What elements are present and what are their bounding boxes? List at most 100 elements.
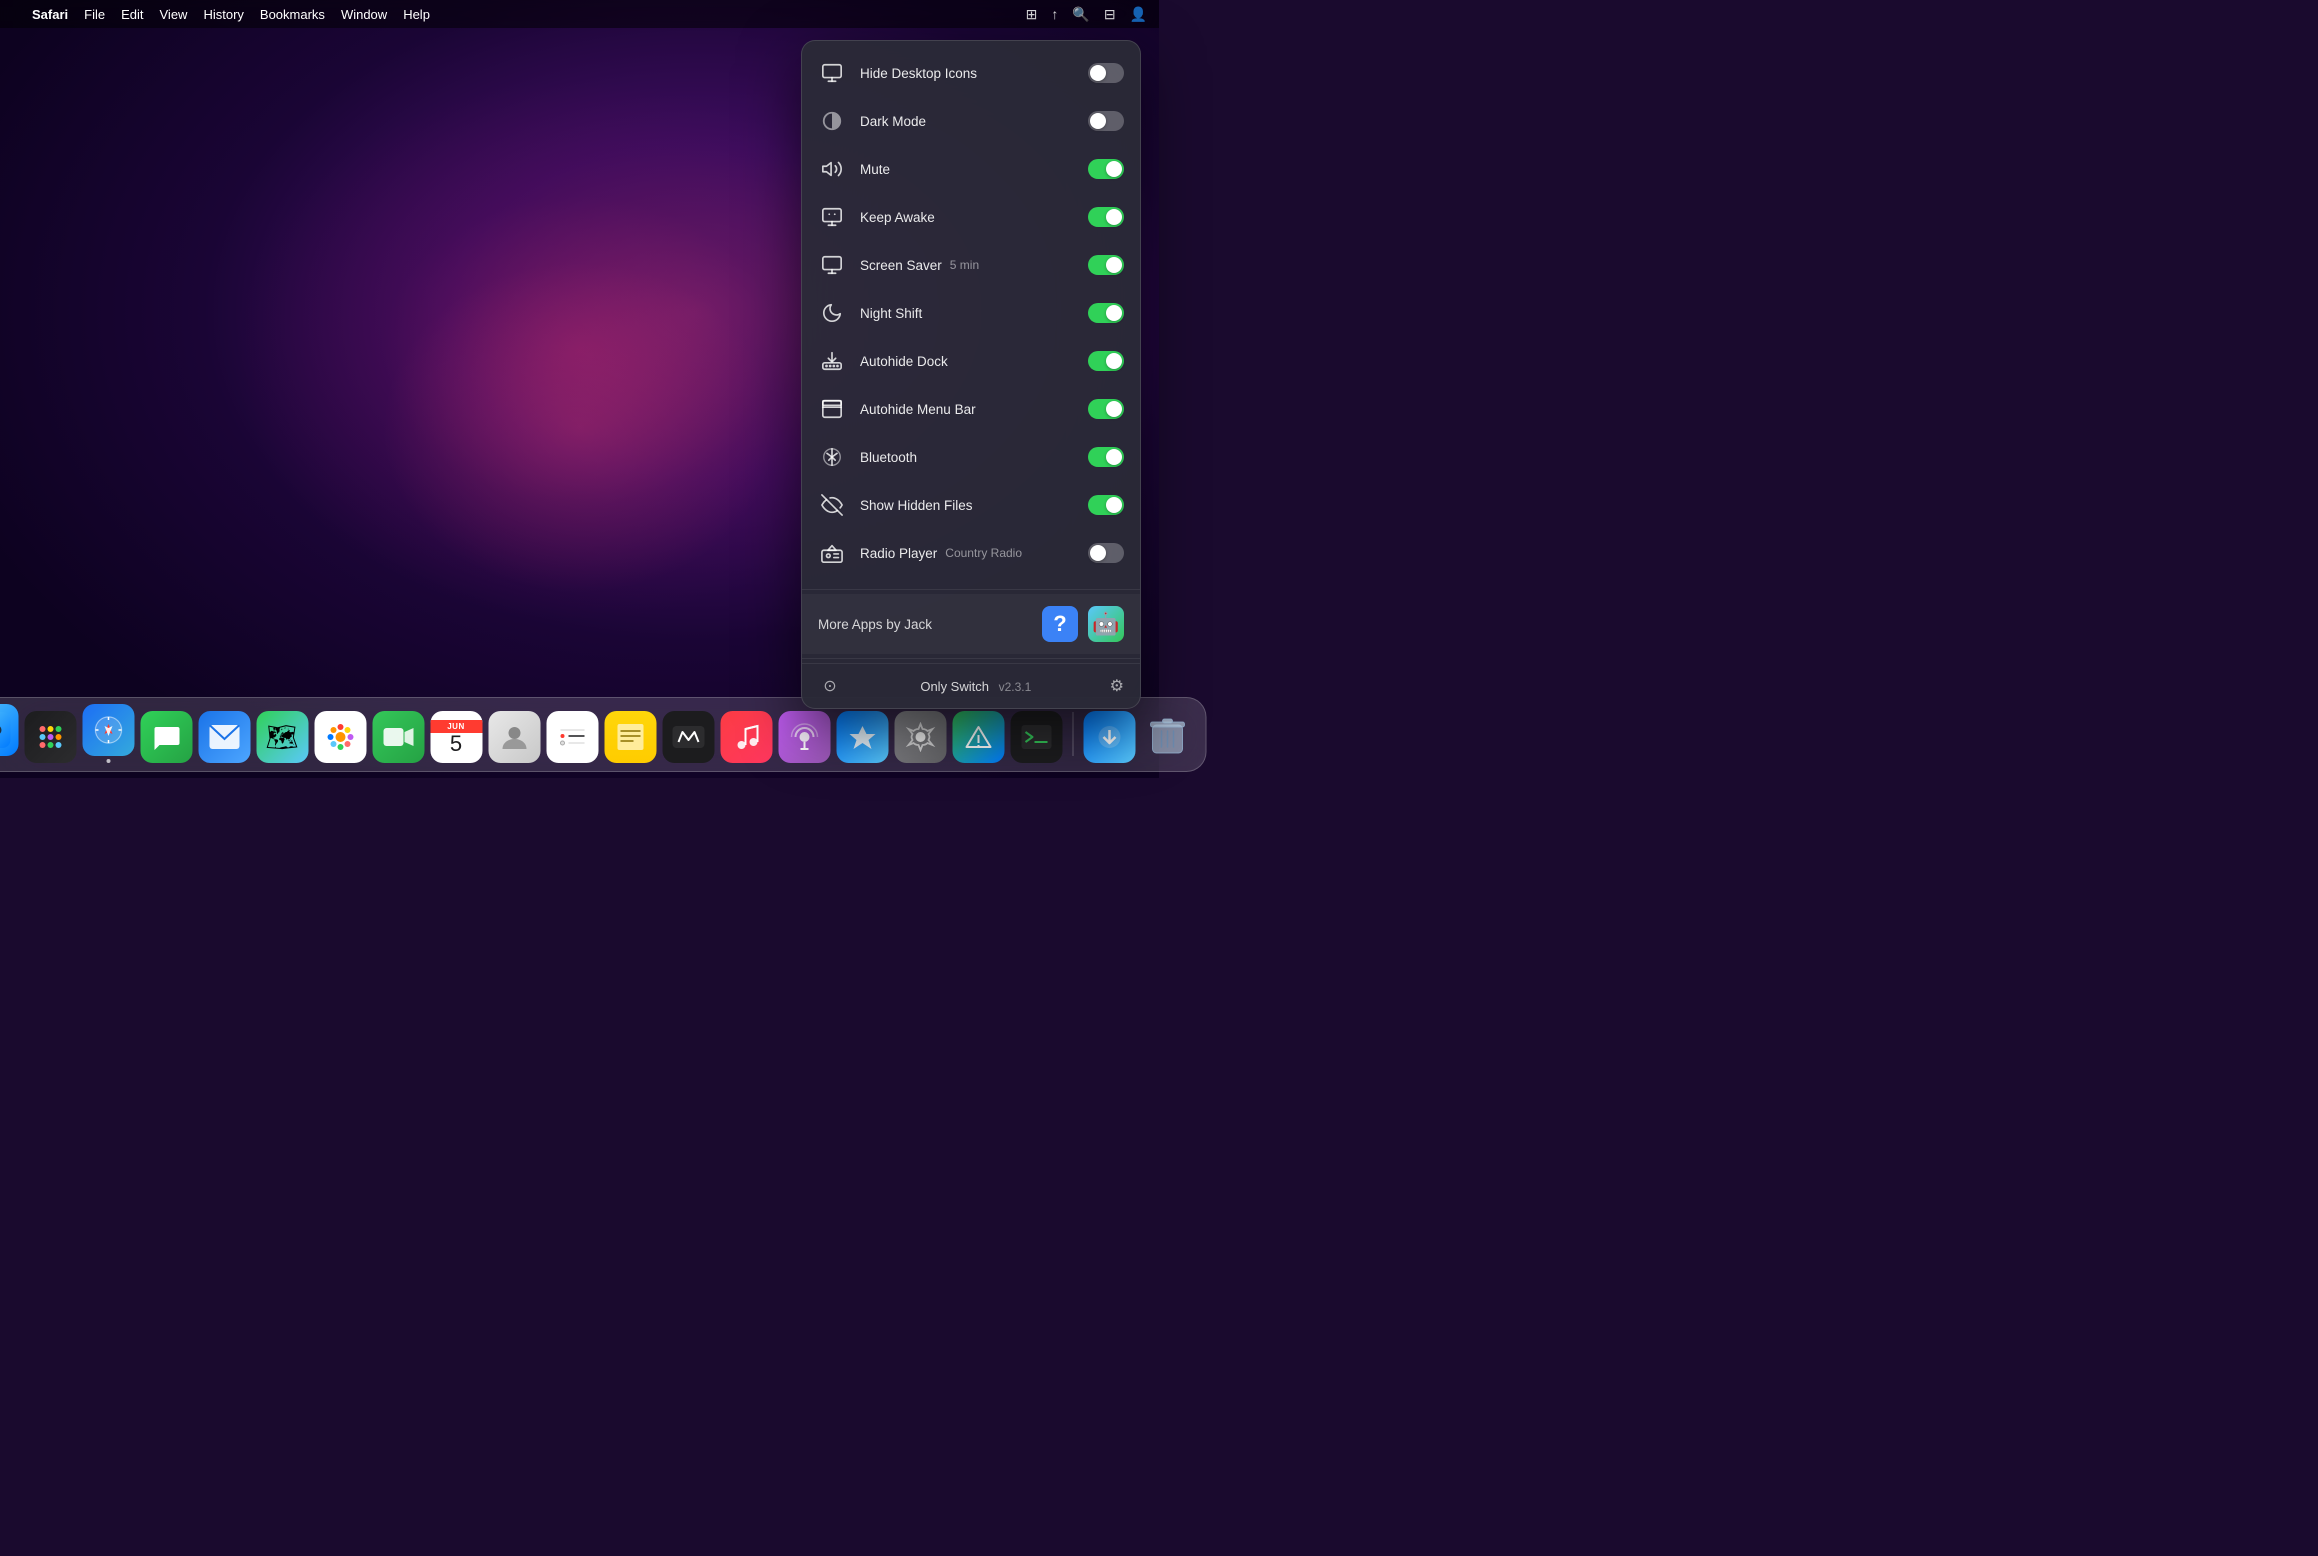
popup-arrow: [1020, 40, 1040, 41]
menubar-safari[interactable]: Safari: [32, 7, 68, 22]
mail-icon: [198, 711, 250, 763]
altimeter-icon: [952, 711, 1004, 763]
show-hidden-files-label: Show Hidden Files: [860, 498, 1074, 513]
dock-item-sysprefs[interactable]: [894, 711, 946, 763]
reminders-icon: [546, 711, 598, 763]
mute-label: Mute: [860, 162, 1074, 177]
autohide-dock-label: Autohide Dock: [860, 354, 1074, 369]
menubar-window[interactable]: Window: [341, 7, 387, 22]
dark-mode-label: Dark Mode: [860, 114, 1074, 129]
dock-item-photos[interactable]: [314, 711, 366, 763]
screen-saver-sublabel: 5 min: [950, 258, 979, 272]
menubar-left: Safari File Edit View History Bookmarks …: [12, 7, 430, 22]
autohide-menu-bar-toggle[interactable]: [1088, 399, 1124, 419]
terminal-icon: [1010, 711, 1062, 763]
switch-row-radio-player[interactable]: Radio Player Country Radio: [802, 529, 1140, 577]
dock-item-mail[interactable]: [198, 711, 250, 763]
eye-slash-icon: [818, 491, 846, 519]
bluetooth-toggle[interactable]: [1088, 447, 1124, 467]
podcasts-icon: [778, 711, 830, 763]
facetime-icon: [372, 711, 424, 763]
bluetooth-label: Bluetooth: [860, 450, 1074, 465]
dock-item-facetime[interactable]: [372, 711, 424, 763]
menubar-history[interactable]: History: [203, 7, 243, 22]
switch-row-autohide-dock[interactable]: Autohide Dock: [802, 337, 1140, 385]
switch-row-dark-mode[interactable]: Dark Mode: [802, 97, 1140, 145]
appstore-icon: [836, 711, 888, 763]
switch-row-screen-saver[interactable]: Screen Saver 5 min: [802, 241, 1140, 289]
downloads-icon: [1083, 711, 1135, 763]
dock-item-trash[interactable]: [1141, 711, 1193, 763]
dock-item-appletv[interactable]: [662, 711, 714, 763]
settings-gear-icon[interactable]: ⚙: [1110, 676, 1124, 696]
dock-item-launchpad[interactable]: [24, 711, 76, 763]
menubar-file[interactable]: File: [84, 7, 105, 22]
menubar-view[interactable]: View: [160, 7, 188, 22]
dock-item-appstore[interactable]: [836, 711, 888, 763]
more-apps-icon2[interactable]: 🤖: [1088, 606, 1124, 642]
contacts-icon: [488, 711, 540, 763]
autohide-dock-toggle[interactable]: [1088, 351, 1124, 371]
dock-item-terminal[interactable]: [1010, 711, 1062, 763]
appletv-icon: [662, 711, 714, 763]
keep-awake-label: Keep Awake: [860, 210, 1074, 225]
hide-desktop-icons-toggle[interactable]: [1088, 63, 1124, 83]
dock-item-music[interactable]: [720, 711, 772, 763]
night-shift-toggle[interactable]: [1088, 303, 1124, 323]
keep-awake-toggle[interactable]: [1088, 207, 1124, 227]
dock-item-safari[interactable]: [82, 704, 134, 763]
photos-icon: [314, 711, 366, 763]
switch-row-autohide-menu-bar[interactable]: Autohide Menu Bar: [802, 385, 1140, 433]
panel-footer: ⊙ Only Switch v2.3.1 ⚙: [802, 663, 1140, 708]
switches-icon[interactable]: ⊟: [1104, 6, 1116, 23]
messages-icon: [140, 711, 192, 763]
switch-row-mute[interactable]: Mute: [802, 145, 1140, 193]
dock-item-maps[interactable]: 🗺: [256, 711, 308, 763]
radio-sublabel: Country Radio: [945, 546, 1022, 560]
screen-saver-toggle[interactable]: [1088, 255, 1124, 275]
switch-row-bluetooth[interactable]: Bluetooth: [802, 433, 1140, 481]
dock-item-notes[interactable]: [604, 711, 656, 763]
more-apps-row[interactable]: More Apps by Jack ? 🤖: [802, 594, 1140, 654]
screen-saver-label: Screen Saver 5 min: [860, 258, 1074, 273]
trash-icon: [1141, 711, 1193, 763]
dark-mode-toggle[interactable]: [1088, 111, 1124, 131]
dock-item-reminders[interactable]: [546, 711, 598, 763]
show-hidden-files-toggle[interactable]: [1088, 495, 1124, 515]
more-apps-icon1[interactable]: ?: [1042, 606, 1078, 642]
hide-desktop-icons-label: Hide Desktop Icons: [860, 66, 1074, 81]
switch-row-hide-desktop-icons[interactable]: Hide Desktop Icons: [802, 49, 1140, 97]
mute-toggle[interactable]: [1088, 159, 1124, 179]
sysprefs-icon: [894, 711, 946, 763]
dock-item-podcasts[interactable]: [778, 711, 830, 763]
menubar-help[interactable]: Help: [403, 7, 430, 22]
autohide-menu-bar-label: Autohide Menu Bar: [860, 402, 1074, 417]
finder-icon: [0, 704, 18, 756]
search-icon[interactable]: 🔍: [1072, 6, 1089, 23]
dock-item-finder[interactable]: [0, 704, 18, 763]
dock-item-downloads[interactable]: [1083, 711, 1135, 763]
switch-row-keep-awake[interactable]: Keep Awake: [802, 193, 1140, 241]
launchpad-icon: [24, 711, 76, 763]
calendar-icon: JUN 5: [430, 711, 482, 763]
night-shift-icon: [818, 299, 846, 327]
menubar: Safari File Edit View History Bookmarks …: [0, 0, 1159, 28]
switch-row-show-hidden-files[interactable]: Show Hidden Files: [802, 481, 1140, 529]
switch-row-night-shift[interactable]: Night Shift: [802, 289, 1140, 337]
dock-item-contacts[interactable]: [488, 711, 540, 763]
user-icon[interactable]: 👤: [1130, 6, 1147, 23]
night-shift-label: Night Shift: [860, 306, 1074, 321]
panel-footer-divider: [802, 658, 1140, 659]
dock-item-calendar[interactable]: JUN 5: [430, 711, 482, 763]
dock-separator: [1072, 712, 1073, 756]
wifi-icon[interactable]: ↑: [1051, 6, 1058, 22]
dock-item-messages[interactable]: [140, 711, 192, 763]
control-center-icon[interactable]: ⊞: [1026, 6, 1038, 23]
switch-list: Hide Desktop Icons Dark Mode Mute: [802, 41, 1140, 585]
monitor-icon: [818, 59, 846, 87]
menubar-bookmarks[interactable]: Bookmarks: [260, 7, 325, 22]
dock-item-altimeter[interactable]: [952, 711, 1004, 763]
radio-player-toggle[interactable]: [1088, 543, 1124, 563]
panel-divider: [802, 589, 1140, 590]
menubar-edit[interactable]: Edit: [121, 7, 143, 22]
